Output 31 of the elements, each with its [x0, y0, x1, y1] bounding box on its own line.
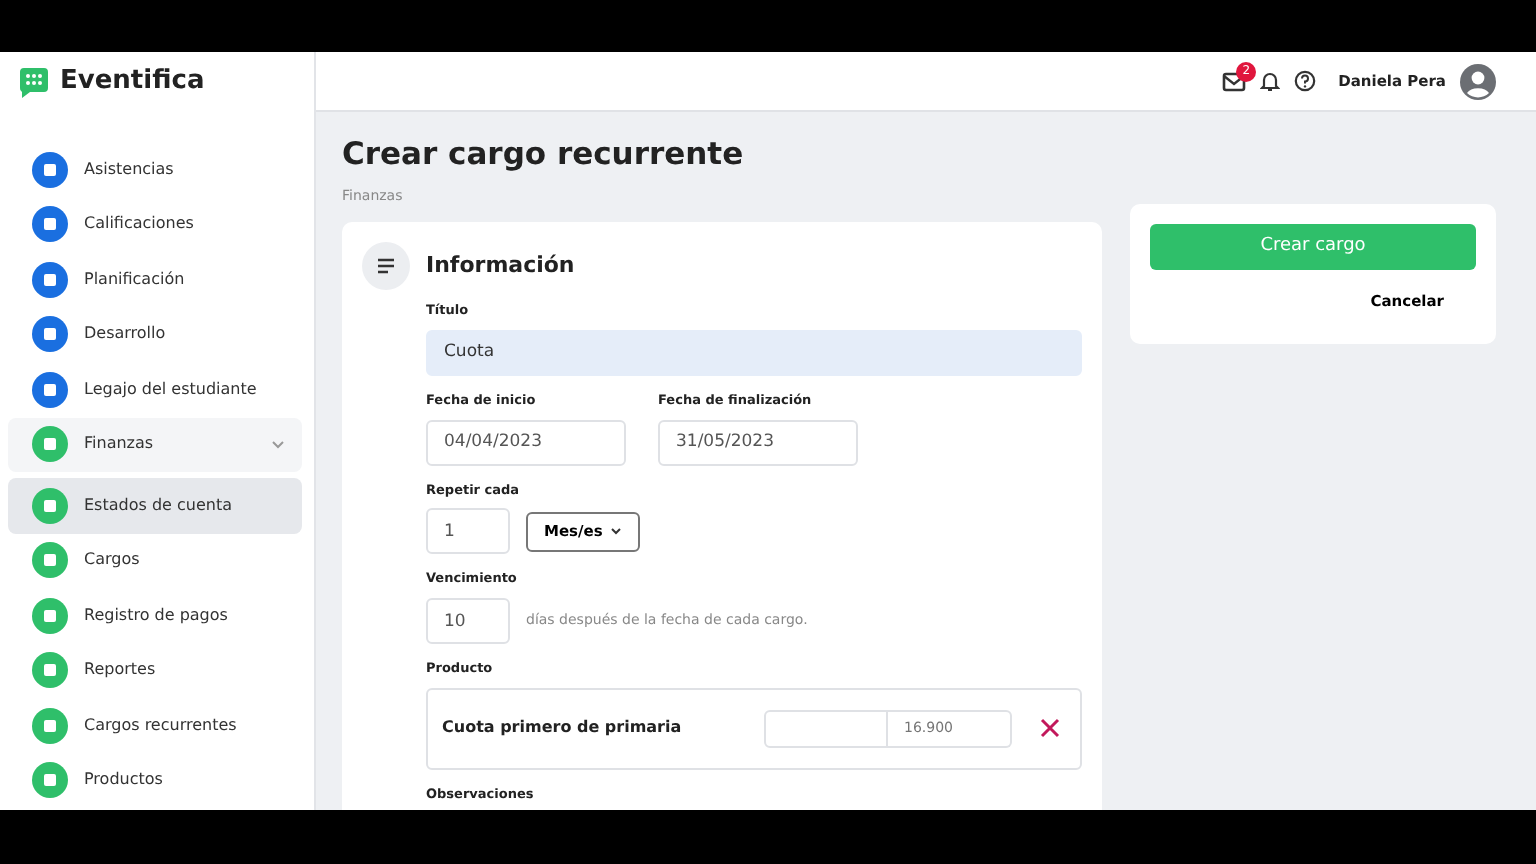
chevron-icon [270, 436, 286, 453]
sidebar-item[interactable]: Estados de cuenta [8, 478, 302, 533]
avatar-icon[interactable] [1460, 63, 1496, 99]
logo-icon [18, 66, 50, 98]
input-field[interactable]: 10 [426, 598, 510, 645]
brand-name: Eventifica [60, 64, 205, 101]
sidebar-item[interactable]: Desarrollo [8, 307, 302, 362]
sidebar-item[interactable]: Finanzas [8, 417, 302, 472]
input-field[interactable]: 1 [426, 508, 510, 555]
sidebar-item[interactable]: Productos [8, 753, 302, 808]
sidebar-item[interactable]: Cargos recurrentes [8, 698, 302, 753]
sidebar-item[interactable]: Cargos [8, 533, 302, 588]
section-title: Información [426, 249, 575, 282]
mail-icon[interactable] [1222, 71, 1247, 91]
sidebar-item[interactable]: Asistencias [8, 142, 302, 197]
input-field[interactable]: 31/05/2023 [658, 419, 858, 466]
menu-lines-icon [362, 242, 410, 291]
input-field[interactable] [764, 709, 888, 748]
sidebar-item[interactable]: Calificaciones [8, 197, 302, 252]
sidebar-item[interactable]: Registro de pagos [8, 588, 302, 643]
sidebar-item[interactable]: Reportes [8, 643, 302, 698]
sidebar-item[interactable]: Legajo del estudiante [8, 362, 302, 417]
page-title: Crear cargo recurrente [342, 136, 746, 174]
close-icon[interactable] [1040, 718, 1060, 739]
sidebar-item[interactable]: Planificación [8, 252, 302, 307]
input-field[interactable]: 04/04/2023 [426, 419, 626, 466]
bell-icon[interactable] [1260, 70, 1281, 92]
help-icon[interactable] [1294, 70, 1317, 92]
input-field[interactable]: Cuota [426, 329, 1082, 376]
product-name: Cuota primero de primaria [442, 716, 684, 741]
caret-icon [610, 526, 623, 537]
